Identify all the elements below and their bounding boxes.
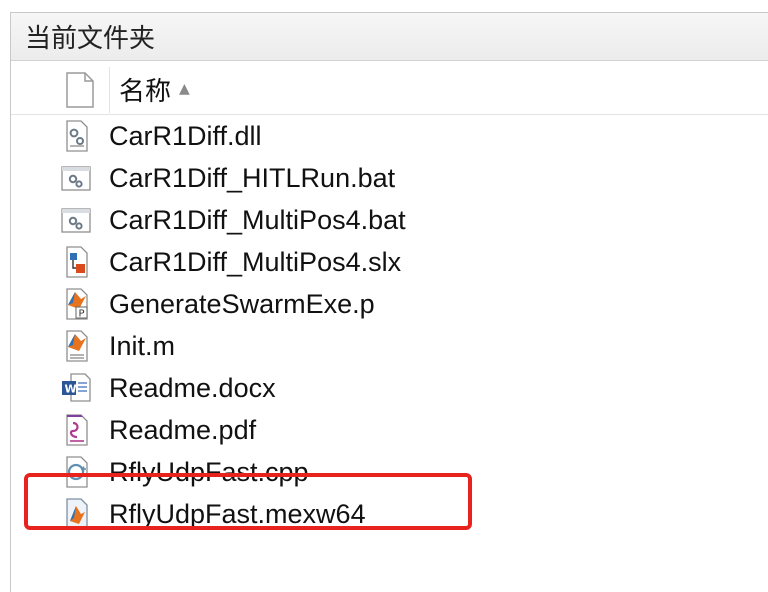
blank-file-icon xyxy=(66,72,94,108)
dll-gear-icon xyxy=(66,120,88,152)
file-row[interactable]: W Readme.docx xyxy=(11,367,768,409)
icon-column-header[interactable] xyxy=(55,67,110,113)
file-row[interactable]: Init.m xyxy=(11,325,768,367)
name-column-header[interactable]: 名称 ▲ xyxy=(119,69,190,109)
file-row[interactable]: CarR1Diff.dll xyxy=(11,115,768,157)
file-name: CarR1Diff_MultiPos4.bat xyxy=(109,205,406,235)
file-name: CarR1Diff_MultiPos4.slx xyxy=(109,247,402,277)
file-row[interactable]: P GenerateSwarmExe.p xyxy=(11,283,768,325)
file-name: Readme.pdf xyxy=(109,415,257,445)
panel-title: 当前文件夹 xyxy=(11,13,768,61)
file-row[interactable]: CarR1Diff_HITLRun.bat xyxy=(11,157,768,199)
file-row[interactable]: CarR1Diff_MultiPos4.bat xyxy=(11,199,768,241)
file-name: GenerateSwarmExe.p xyxy=(109,289,375,319)
name-column-label: 名称 xyxy=(119,76,172,107)
file-name: Init.m xyxy=(109,331,176,361)
sort-ascending-icon: ▲ xyxy=(179,81,190,97)
simulink-model-icon xyxy=(66,246,88,278)
column-header-row: 名称 ▲ xyxy=(11,61,768,115)
svg-text:P: P xyxy=(79,309,85,320)
matlab-m-file-icon xyxy=(66,330,88,362)
matlab-p-file-icon: P xyxy=(66,288,88,320)
file-name: Readme.docx xyxy=(109,373,276,403)
pdf-document-icon xyxy=(66,414,88,446)
file-row[interactable]: CarR1Diff_MultiPos4.slx xyxy=(11,241,768,283)
batch-gear-icon xyxy=(61,166,91,191)
batch-gear-icon xyxy=(61,208,91,233)
highlight-box xyxy=(24,473,472,530)
file-list: CarR1Diff.dll CarR1Diff_HITLRun.bat CarR… xyxy=(11,115,768,535)
svg-text:W: W xyxy=(65,383,77,396)
file-row[interactable]: Readme.pdf xyxy=(11,409,768,451)
file-name: CarR1Diff.dll xyxy=(109,121,262,151)
file-name: CarR1Diff_HITLRun.bat xyxy=(109,163,396,193)
word-document-icon: W xyxy=(62,373,91,402)
